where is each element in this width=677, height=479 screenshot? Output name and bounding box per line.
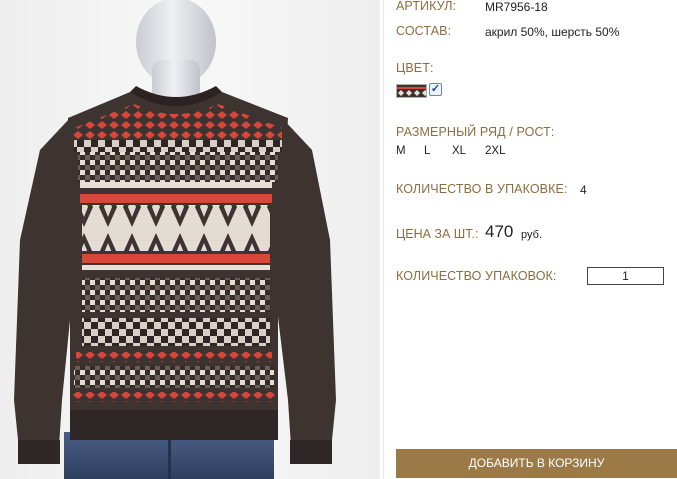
checkmark-icon: ✓	[430, 83, 441, 95]
size-item: L	[424, 145, 431, 157]
packs-label: КОЛИЧЕСТВО УПАКОВОК:	[396, 269, 557, 283]
sizes-label: РАЗМЕРНЫЙ РЯД / РОСТ:	[396, 125, 555, 139]
size-item: 2XL	[485, 145, 506, 157]
size-item: M	[396, 145, 406, 157]
price-label: ЦЕНА ЗА ШТ.:	[396, 227, 479, 241]
composition-value: акрил 50%, шерсть 50%	[485, 25, 620, 39]
product-image	[0, 0, 380, 479]
price-value: 470	[485, 222, 514, 241]
swatch-pattern	[397, 85, 426, 97]
pack-qty-value: 4	[580, 183, 587, 197]
color-checkbox[interactable]: ✓	[429, 83, 442, 96]
size-item: XL	[452, 145, 467, 157]
pack-qty-label: КОЛИЧЕСТВО В УПАКОВКЕ:	[396, 182, 568, 196]
product-details: АРТИКУЛ: MR7956-18 СОСТАВ: акрил 50%, ше…	[396, 0, 677, 479]
color-swatch[interactable]	[396, 84, 427, 98]
divider	[383, 0, 384, 479]
composition-label: СОСТАВ:	[396, 24, 452, 38]
add-to-cart-button[interactable]: ДОБАВИТЬ В КОРЗИНУ	[396, 449, 677, 478]
article-label: АРТИКУЛ:	[396, 0, 457, 13]
product-page: АРТИКУЛ: MR7956-18 СОСТАВ: акрил 50%, ше…	[0, 0, 677, 479]
color-label: ЦВЕТ:	[396, 61, 434, 75]
sweater-illustration	[0, 0, 380, 479]
article-value: MR7956-18	[485, 0, 548, 14]
packs-quantity-input[interactable]	[587, 267, 664, 285]
price-unit: руб.	[521, 229, 542, 241]
